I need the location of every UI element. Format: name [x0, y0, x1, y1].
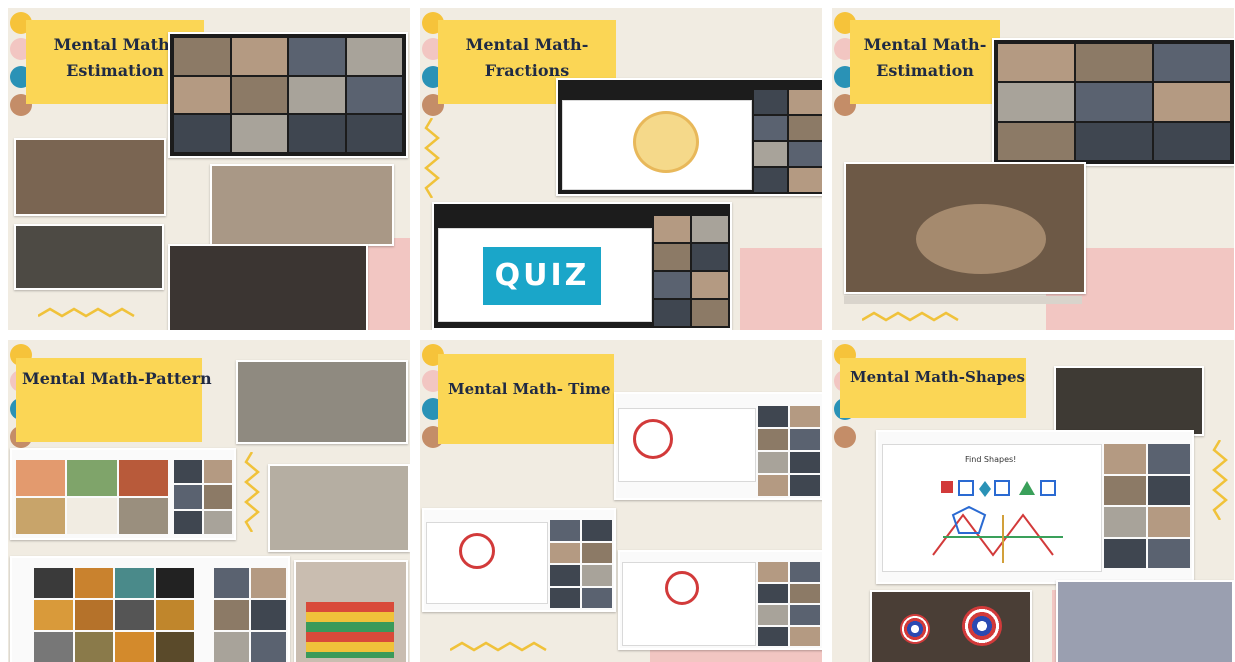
squiggle-decoration	[424, 118, 440, 198]
meeting-screen	[618, 550, 822, 650]
meeting-screen: QUIZ	[432, 202, 732, 330]
meeting-screen	[422, 508, 616, 612]
student-video	[168, 244, 368, 330]
student-video	[236, 360, 408, 444]
squiggle-decoration	[38, 307, 135, 318]
video-call-grid	[168, 32, 408, 158]
student-video	[14, 224, 164, 290]
meeting-screen: Find Shapes!	[876, 430, 1194, 584]
clock-slide	[618, 408, 756, 482]
quiz-slide: QUIZ	[438, 228, 652, 322]
squiggle-decoration	[244, 452, 260, 532]
brown-dot	[834, 426, 856, 448]
panel-shapes: Mental Math-Shapes Find Shapes!	[832, 340, 1234, 662]
clock-slide	[426, 522, 548, 604]
squiggle-decoration	[1212, 440, 1228, 520]
clock-slide	[622, 562, 756, 646]
panel-estimation-1: Mental Math- Estimation	[8, 8, 410, 330]
animal-print-slide	[10, 556, 290, 662]
student-video	[210, 164, 394, 246]
fraction-slide	[562, 100, 752, 190]
meeting-toolbar	[844, 296, 1082, 304]
student-video	[294, 560, 408, 662]
slide-heading: Find Shapes!	[965, 455, 1017, 464]
panel-title: Mental Math-Shapes	[840, 358, 1026, 418]
shapes-drawing	[932, 480, 1063, 563]
student-video	[14, 138, 166, 216]
panel-pattern: Mental Math-Pattern	[8, 340, 410, 662]
shapes-slide: Find Shapes!	[882, 444, 1102, 572]
panel-time: Mental Math- Time	[420, 340, 822, 662]
pink-block	[740, 248, 822, 330]
panel-title: Mental Math- Estimation	[850, 20, 1000, 104]
panel-title: Mental Math- Time	[438, 354, 614, 444]
student-video	[870, 590, 1032, 662]
panel-fractions: Mental Math- Fractions QUIZ	[420, 8, 822, 330]
squiggle-decoration	[450, 641, 547, 652]
student-video	[844, 162, 1086, 294]
pattern-slide	[10, 448, 236, 540]
meeting-screen	[614, 392, 822, 500]
panel-estimation-2: Mental Math- Estimation	[832, 8, 1234, 330]
meeting-screen	[556, 78, 822, 196]
quiz-banner: QUIZ	[483, 247, 601, 305]
student-video	[1056, 580, 1234, 662]
video-call-grid	[992, 38, 1234, 166]
panel-title: Mental Math-Pattern	[16, 358, 212, 442]
squiggle-decoration	[862, 311, 959, 322]
student-video	[1054, 366, 1204, 436]
student-video	[268, 464, 410, 552]
